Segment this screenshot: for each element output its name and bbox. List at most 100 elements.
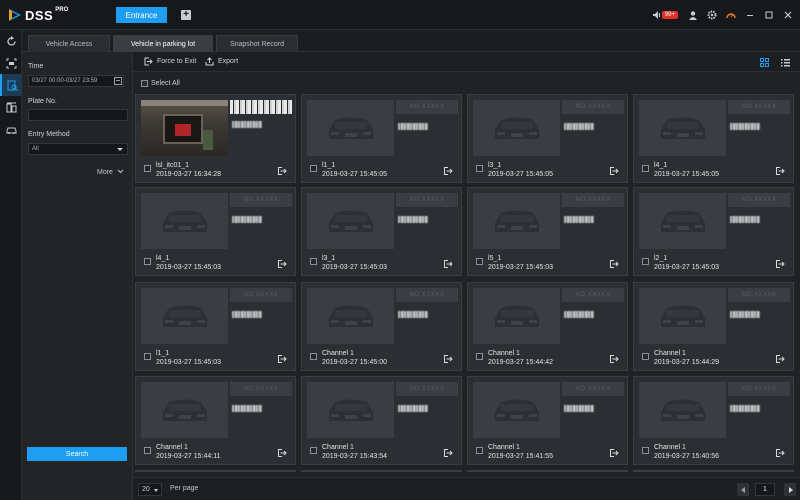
exit-icon[interactable] <box>610 449 619 457</box>
exit-icon[interactable] <box>444 449 453 457</box>
card-checkbox[interactable] <box>144 258 151 265</box>
card-checkbox[interactable] <box>642 165 649 172</box>
vehicle-card[interactable]: NO.XXXXX l3_1 2019-03-27 15:45:03 <box>301 187 462 276</box>
card-timestamp: 2019-03-27 15:45:00 <box>322 359 387 366</box>
current-page-input[interactable]: 1 <box>755 483 775 496</box>
calendar-icon[interactable] <box>114 77 122 85</box>
card-checkbox[interactable] <box>642 258 649 265</box>
vehicle-card[interactable]: NO.XXXXX l1_1 2019-03-27 15:45:03 <box>135 282 296 371</box>
exit-icon[interactable] <box>776 260 785 268</box>
nav-vehicle[interactable] <box>0 118 22 140</box>
vehicle-snapshot-placeholder <box>141 193 228 249</box>
force-exit-label: Force to Exit <box>157 58 197 65</box>
add-tab-button[interactable]: + <box>181 10 191 20</box>
exit-icon[interactable] <box>444 167 453 175</box>
card-checkbox[interactable] <box>476 447 483 454</box>
entrance-tab-button[interactable]: Entrance <box>116 7 167 23</box>
vehicle-card[interactable]: NO.XXXXX Channel 1 2019-03-27 15:44:29 <box>633 282 794 371</box>
vehicle-snapshot-placeholder <box>473 288 560 344</box>
car-silhouette-icon <box>495 210 539 232</box>
vehicle-card[interactable]: NO.XXXXX l1_1 2019-03-27 15:45:05 <box>301 94 462 183</box>
card-timestamp: 2019-03-27 15:44:11 <box>156 453 221 460</box>
grid-view-icon[interactable] <box>760 58 769 67</box>
card-checkbox[interactable] <box>310 258 317 265</box>
card-checkbox[interactable] <box>476 258 483 265</box>
vehicle-card[interactable]: NO.XXXXX Channel 1 2019-03-27 15:40:56 <box>633 376 794 465</box>
plate-label: Plate No. <box>28 98 57 105</box>
export-button[interactable]: Export <box>205 57 238 66</box>
tab-vehicle-access[interactable]: Vehicle Access <box>28 35 110 52</box>
tab-snapshot-record[interactable]: Snapshot Record <box>216 35 298 52</box>
exit-icon[interactable] <box>776 167 785 175</box>
vehicle-card[interactable]: NO.XXXXX l4_1 2019-03-27 15:45:05 <box>633 94 794 183</box>
card-checkbox[interactable] <box>144 447 151 454</box>
plate-number-blurred <box>232 311 262 318</box>
nav-home[interactable] <box>0 30 22 52</box>
exit-icon[interactable] <box>278 260 287 268</box>
card-timestamp: 2019-03-27 15:45:05 <box>654 171 719 178</box>
plate-snapshot-placeholder: NO.XXXXX <box>728 193 790 207</box>
card-timestamp: 2019-03-27 15:45:03 <box>488 264 553 271</box>
card-channel-name: l1_1 <box>156 350 170 357</box>
card-checkbox[interactable] <box>310 447 317 454</box>
exit-icon[interactable] <box>444 260 453 268</box>
card-checkbox[interactable] <box>642 353 649 360</box>
vehicle-card[interactable]: NO.XXXXX l3_1 2019-03-27 15:45:05 <box>467 94 628 183</box>
exit-icon[interactable] <box>278 167 287 175</box>
select-all-checkbox[interactable] <box>141 79 148 87</box>
exit-icon[interactable] <box>610 260 619 268</box>
maximize-icon[interactable] <box>762 8 776 22</box>
more-toggle[interactable]: More <box>97 169 124 176</box>
gauge-icon[interactable] <box>724 8 738 22</box>
vehicle-card[interactable]: NO.XXXXX l5_1 2019-03-27 15:45:03 <box>467 187 628 276</box>
tab-vehicle-in-parking-lot[interactable]: Vehicle in parking lot <box>113 35 213 52</box>
title-bar-actions: 99+ <box>650 0 800 30</box>
card-checkbox[interactable] <box>476 353 483 360</box>
card-checkbox[interactable] <box>144 165 151 172</box>
card-checkbox[interactable] <box>310 165 317 172</box>
nav-capture[interactable] <box>0 52 22 74</box>
vehicle-card[interactable]: NO.XXXXX Channel 1 2019-03-27 15:44:11 <box>135 376 296 465</box>
search-button[interactable]: Search <box>27 447 127 461</box>
exit-icon[interactable] <box>776 449 785 457</box>
plate-number-blurred <box>564 123 594 130</box>
car-silhouette-icon <box>495 305 539 327</box>
vehicle-card[interactable]: lsl_itc01_1 2019-03-27 16:34:28 <box>135 94 296 183</box>
gear-icon[interactable] <box>705 8 719 22</box>
vehicle-card[interactable]: NO.XXXXX l2_1 2019-03-27 15:45:03 <box>633 187 794 276</box>
plate-number-blurred <box>564 405 594 412</box>
nav-parking[interactable] <box>0 96 22 118</box>
vehicle-card[interactable]: NO.XXXXX Channel 1 2019-03-27 15:44:42 <box>467 282 628 371</box>
plate-number-input[interactable] <box>28 109 128 121</box>
card-checkbox[interactable] <box>144 353 151 360</box>
exit-icon[interactable] <box>444 355 453 363</box>
time-range-input[interactable]: 03/27 00:00-03/27 23:59 <box>28 75 124 87</box>
card-checkbox[interactable] <box>310 353 317 360</box>
exit-icon[interactable] <box>776 355 785 363</box>
exit-icon[interactable] <box>610 355 619 363</box>
entry-method-select[interactable]: All <box>28 143 128 155</box>
nav-vehicle-search[interactable] <box>0 74 22 96</box>
vehicle-card[interactable]: NO.XXXXX Channel 1 2019-03-27 15:43:54 <box>301 376 462 465</box>
exit-icon[interactable] <box>610 167 619 175</box>
card-checkbox[interactable] <box>476 165 483 172</box>
force-exit-button[interactable]: Force to Exit <box>144 57 196 66</box>
vehicle-card[interactable]: NO.XXXXX Channel 1 2019-03-27 15:45:00 <box>301 282 462 371</box>
select-all[interactable]: Select All <box>133 77 233 89</box>
per-page-select[interactable]: 20 <box>138 483 162 496</box>
next-page-button[interactable] <box>784 483 796 496</box>
vehicle-card[interactable]: NO.XXXXX l4_1 2019-03-27 15:45:03 <box>135 187 296 276</box>
card-checkbox[interactable] <box>642 447 649 454</box>
vehicle-card[interactable]: NO.XXXXX Channel 1 2019-03-27 15:41:55 <box>467 376 628 465</box>
exit-icon[interactable] <box>278 355 287 363</box>
user-icon[interactable] <box>686 8 700 22</box>
card-channel-name: Channel 1 <box>488 444 520 451</box>
card-channel-name: Channel 1 <box>156 444 188 451</box>
close-icon[interactable] <box>781 8 795 22</box>
minimize-icon[interactable] <box>743 8 757 22</box>
alarm-count-badge: 99+ <box>661 11 678 19</box>
exit-icon[interactable] <box>278 449 287 457</box>
plate-number-blurred <box>564 311 594 318</box>
prev-page-button[interactable] <box>737 483 749 496</box>
list-view-icon[interactable] <box>781 58 790 67</box>
